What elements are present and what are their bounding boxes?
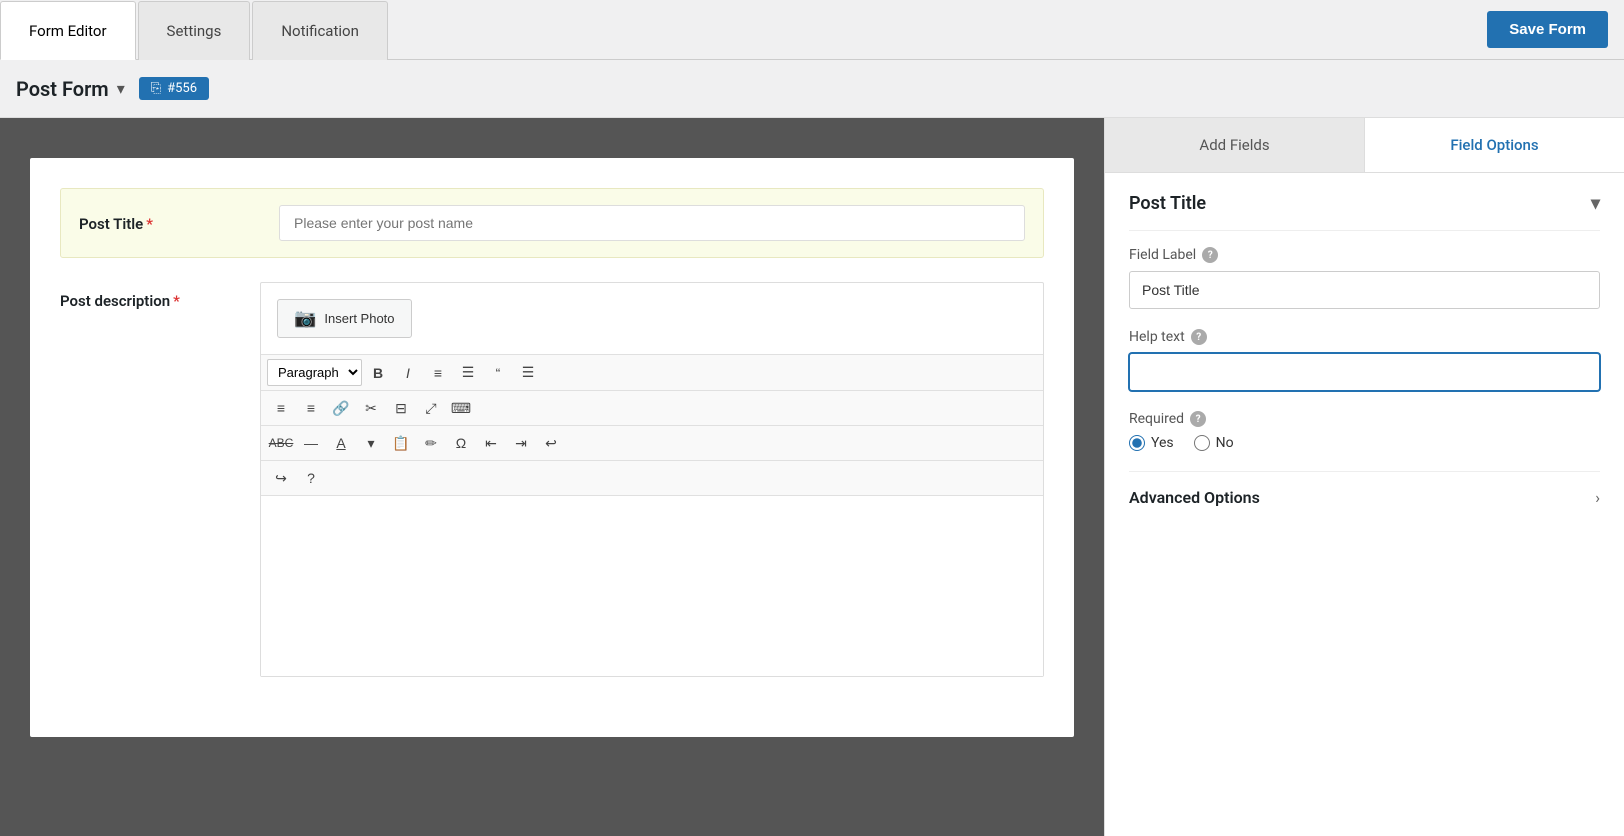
align-left-button[interactable]: ≡: [267, 395, 295, 421]
editor-wrap: 📷 Insert Photo Paragraph B I ≡ ☰ “: [260, 282, 1044, 677]
outdent-button[interactable]: ⇤: [477, 430, 505, 456]
required-yes-radio[interactable]: [1129, 435, 1145, 451]
undo-button[interactable]: ↩: [537, 430, 565, 456]
required-star: *: [146, 215, 153, 233]
copy-icon: ⎘: [151, 81, 161, 96]
horizontal-rule-button[interactable]: —: [297, 430, 325, 456]
post-title-input[interactable]: [279, 205, 1025, 241]
top-bar: Form Editor Settings Notification Save F…: [0, 0, 1624, 60]
hr-button[interactable]: ⊟: [387, 395, 415, 421]
special-char-button[interactable]: Ω: [447, 430, 475, 456]
ordered-list-button[interactable]: ☰: [454, 360, 482, 386]
help-text-group: Help text ?: [1129, 329, 1600, 391]
unlink-button[interactable]: ✂: [357, 395, 385, 421]
fullscreen-button[interactable]: ⤢: [417, 395, 445, 421]
canvas-area[interactable]: Post Title* Post description* 📷 Insert P…: [0, 118, 1104, 836]
form-title-chevron-down-icon[interactable]: ▾: [117, 79, 125, 98]
field-options-panel: Post Title ▾ Field Label ? Help text ?: [1105, 173, 1624, 543]
post-description-required-star: *: [173, 292, 180, 310]
save-form-button[interactable]: Save Form: [1487, 11, 1608, 48]
tab-form-editor[interactable]: Form Editor: [0, 1, 136, 60]
tab-settings[interactable]: Settings: [138, 1, 251, 60]
panel-tabs: Add Fields Field Options: [1105, 118, 1624, 173]
form-id-badge[interactable]: ⎘ #556: [139, 77, 209, 100]
indent-button[interactable]: ⇥: [507, 430, 535, 456]
link-button[interactable]: 🔗: [327, 395, 355, 421]
form-title: Post Form: [16, 77, 109, 101]
help-button[interactable]: ?: [297, 465, 325, 491]
advanced-options-row[interactable]: Advanced Options ›: [1129, 471, 1600, 523]
field-label-input[interactable]: [1129, 271, 1600, 309]
bold-button[interactable]: B: [364, 360, 392, 386]
right-panel: Add Fields Field Options Post Title ▾ Fi…: [1104, 118, 1624, 836]
field-label-group-label: Field Label ?: [1129, 247, 1600, 263]
align-button[interactable]: ☰: [514, 360, 542, 386]
help-text-group-label: Help text ?: [1129, 329, 1600, 345]
toolbar-row-3: ABC — A ▾ 📋 ✏ Ω ⇤ ⇥ ↩: [261, 426, 1043, 461]
photo-icon: 📷: [294, 308, 316, 329]
required-help-icon[interactable]: ?: [1190, 411, 1206, 427]
post-description-row: Post description* 📷 Insert Photo Paragra…: [60, 282, 1044, 677]
advanced-options-chevron-right-icon: ›: [1595, 488, 1600, 507]
toolbar-row-2: ≡ ≡ 🔗 ✂ ⊟ ⤢ ⌨: [261, 391, 1043, 426]
required-no-label[interactable]: No: [1194, 435, 1234, 451]
toolbar-row-1: Paragraph B I ≡ ☰ “ ☰: [261, 354, 1043, 391]
tab-notification[interactable]: Notification: [252, 1, 388, 60]
tab-add-fields[interactable]: Add Fields: [1105, 118, 1365, 172]
font-color-dropdown[interactable]: ▾: [357, 430, 385, 456]
required-radio-group: Yes No: [1129, 435, 1600, 451]
toolbar-row-4: ↪ ?: [261, 461, 1043, 496]
field-section-title: Post Title ▾: [1129, 193, 1600, 231]
required-group-label: Required ?: [1129, 411, 1600, 427]
main-layout: Post Title* Post description* 📷 Insert P…: [0, 118, 1624, 836]
italic-button[interactable]: I: [394, 360, 422, 386]
eraser-button[interactable]: ✏: [417, 430, 445, 456]
post-title-row: Post Title*: [60, 188, 1044, 258]
post-title-label: Post Title*: [79, 205, 279, 233]
blockquote-button[interactable]: “: [484, 360, 512, 386]
editor-body[interactable]: [261, 496, 1043, 676]
paste-button[interactable]: 📋: [387, 430, 415, 456]
form-canvas: Post Title* Post description* 📷 Insert P…: [30, 158, 1074, 737]
redo-button[interactable]: ↪: [267, 465, 295, 491]
help-text-input[interactable]: [1129, 353, 1600, 391]
align-center-button[interactable]: ≡: [297, 395, 325, 421]
sub-header: Post Form ▾ ⎘ #556: [0, 60, 1624, 118]
required-no-radio[interactable]: [1194, 435, 1210, 451]
post-description-label: Post description*: [60, 282, 260, 310]
required-group: Required ? Yes No: [1129, 411, 1600, 451]
field-label-group: Field Label ?: [1129, 247, 1600, 309]
form-id-text: #556: [167, 81, 197, 96]
required-yes-label[interactable]: Yes: [1129, 435, 1174, 451]
insert-photo-button[interactable]: 📷 Insert Photo: [277, 299, 412, 338]
collapse-icon[interactable]: ▾: [1591, 193, 1600, 214]
tab-field-options[interactable]: Field Options: [1365, 118, 1624, 172]
keyboard-button[interactable]: ⌨: [447, 395, 475, 421]
help-text-help-icon[interactable]: ?: [1191, 329, 1207, 345]
strikethrough-button[interactable]: ABC: [267, 430, 295, 456]
field-label-help-icon[interactable]: ?: [1202, 247, 1218, 263]
unordered-list-button[interactable]: ≡: [424, 360, 452, 386]
paragraph-select[interactable]: Paragraph: [267, 359, 362, 386]
font-color-button[interactable]: A: [327, 430, 355, 456]
